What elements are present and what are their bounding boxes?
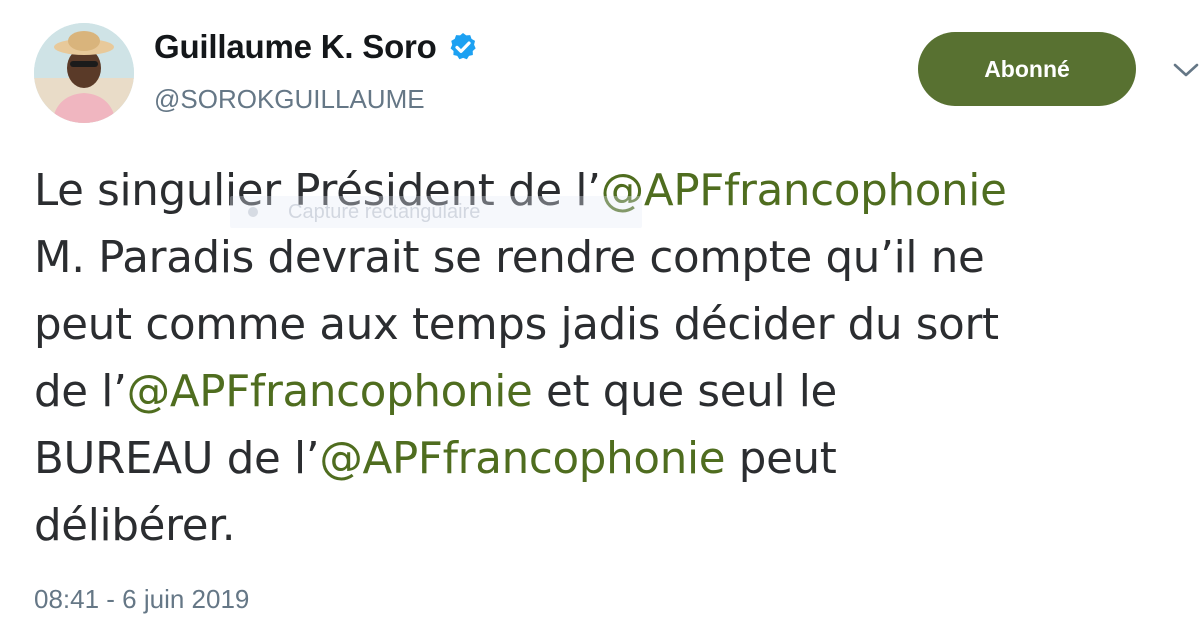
tweet-text-segment: M. Paradis devrait se rendre compte qu’i… bbox=[34, 233, 985, 283]
tweet-text-segment: peut bbox=[725, 434, 837, 484]
tweet-text-segment: Le singulier Président de l’ bbox=[34, 166, 601, 216]
avatar[interactable] bbox=[34, 23, 134, 123]
avatar-image bbox=[34, 23, 134, 123]
tweet-text-segment: peut comme aux temps jadis décider du so… bbox=[34, 300, 999, 350]
mention-link[interactable]: @APFfrancophonie bbox=[127, 367, 533, 417]
display-name-text[interactable]: Guillaume K. Soro bbox=[154, 28, 437, 66]
chevron-down-icon[interactable] bbox=[1172, 60, 1200, 82]
tweet-line: peut comme aux temps jadis décider du so… bbox=[34, 292, 1200, 359]
tweet-line: M. Paradis devrait se rendre compte qu’i… bbox=[34, 225, 1200, 292]
tweet-line: BUREAU de l’@APFfrancophonie peut bbox=[34, 426, 1200, 493]
tweet-line: Le singulier Président de l’@APFfrancoph… bbox=[34, 158, 1200, 225]
tweet-text-segment: BUREAU de l’ bbox=[34, 434, 320, 484]
tweet-line: délibérer. bbox=[34, 493, 1200, 560]
tweet-text-segment: délibérer. bbox=[34, 501, 236, 551]
display-name[interactable]: Guillaume K. Soro bbox=[154, 28, 479, 66]
verified-badge-icon bbox=[450, 33, 476, 60]
following-button[interactable]: Abonné bbox=[918, 32, 1136, 106]
tweet-line: de l’@APFfrancophonie et que seul le bbox=[34, 359, 1200, 426]
tweet-text-segment: et que seul le bbox=[532, 367, 838, 417]
tweet-text-segment: de l’ bbox=[34, 367, 127, 417]
user-handle[interactable]: @SOROKGUILLAUME bbox=[154, 84, 425, 115]
tweet-text: Le singulier Président de l’@APFfrancoph… bbox=[34, 158, 1200, 560]
mention-link[interactable]: @APFfrancophonie bbox=[319, 434, 725, 484]
mention-link[interactable]: @APFfrancophonie bbox=[601, 166, 1007, 216]
tweet-timestamp[interactable]: 08:41 - 6 juin 2019 bbox=[34, 584, 249, 615]
